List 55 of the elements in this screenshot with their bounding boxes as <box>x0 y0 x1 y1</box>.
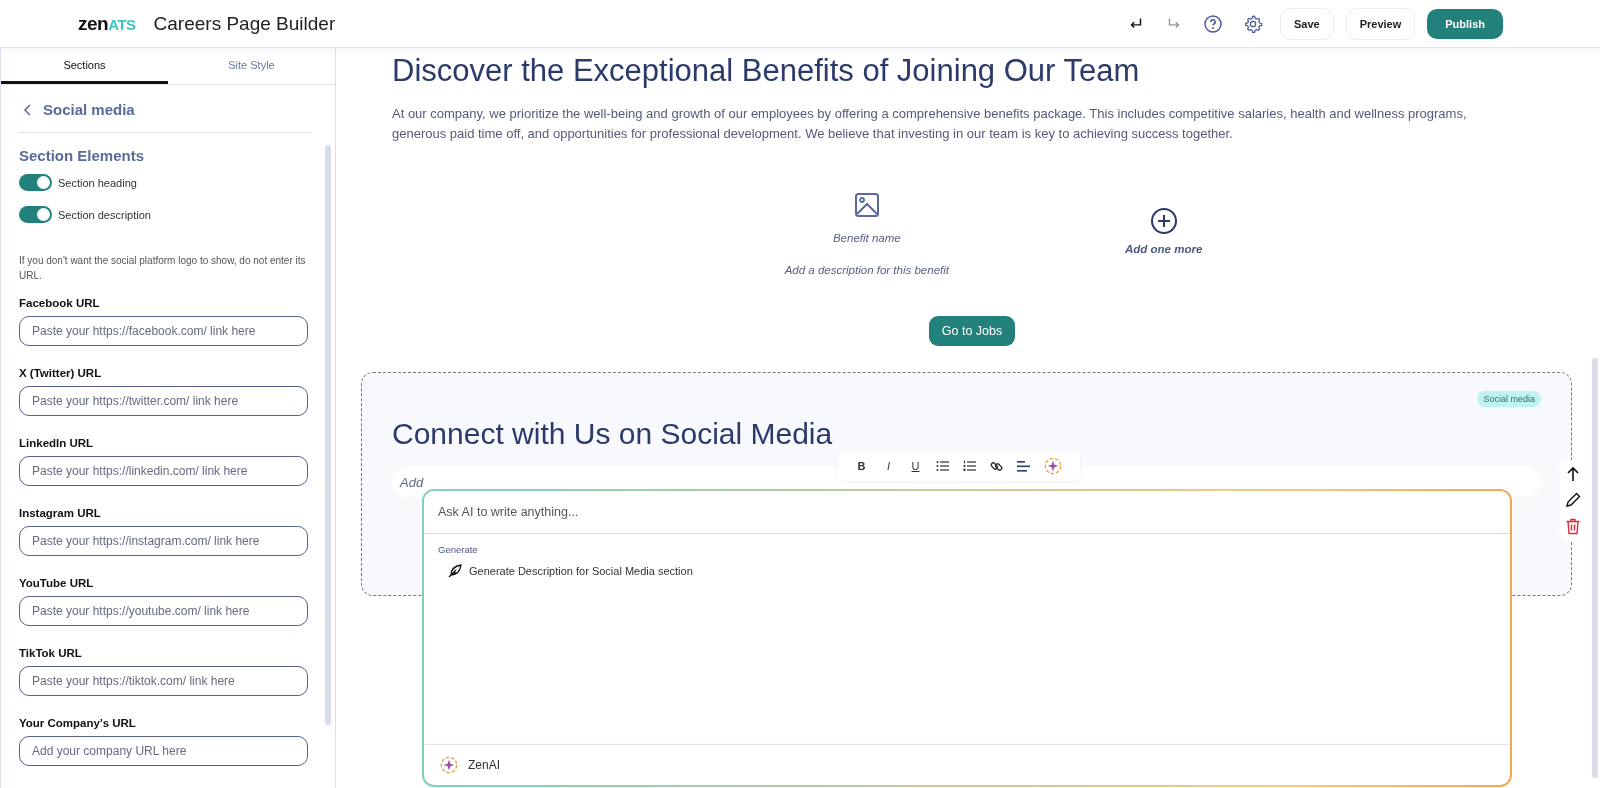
section-badge: Social media <box>1477 391 1541 407</box>
url-field[interactable]: Paste your https://twitter.com/ link here <box>19 386 308 416</box>
add-benefit-button[interactable]: Add one more <box>1119 206 1209 256</box>
url-field[interactable]: Paste your https://tiktok.com/ link here <box>19 666 308 696</box>
toggle-switch[interactable] <box>19 206 52 223</box>
ai-sparkle-icon <box>1044 457 1062 475</box>
toggle-label: Section heading <box>58 176 137 189</box>
zenai-icon <box>440 756 458 774</box>
toolbar-button[interactable]: Preview <box>1345 7 1416 40</box>
scrollbar-thumb[interactable] <box>325 145 331 725</box>
logo: zenATS <box>78 12 136 35</box>
section-heading: Connect with Us on Social Media <box>392 417 834 451</box>
url-field[interactable]: Add your company URL here <box>19 736 308 766</box>
sidebar-tab[interactable]: Site Style <box>168 48 335 84</box>
feather-icon <box>448 564 462 578</box>
section-title: Section Elements <box>19 147 146 164</box>
app-title: Careers Page Builder <box>153 12 336 35</box>
field-label: Your Company's URL <box>19 717 137 729</box>
toggle-switch[interactable] <box>19 174 52 191</box>
field-label: TikTok URL <box>19 647 83 659</box>
sidebar-tab[interactable]: Sections <box>1 48 168 84</box>
go-to-jobs-button[interactable]: Go to Jobs <box>928 316 1016 346</box>
publish-button[interactable]: Publish <box>1427 8 1503 39</box>
chevron-left-icon <box>23 103 33 116</box>
field-label: Instagram URL <box>19 507 102 519</box>
image-icon <box>853 192 880 218</box>
section-description: At our company, we prioritize the well-being and growth of our employees by offering a comprehensive benefits package. This includes competitive salaries, health and wellness programs, generous paid time off, and opportunities for professional development. We believe that investing in our team is key to achieving success together. <box>392 105 1468 143</box>
edit-icon[interactable] <box>1565 492 1581 508</box>
section-heading: Discover the Exceptional Benefits of Joining Our Team <box>392 52 1141 90</box>
url-field[interactable]: Paste your https://youtube.com/ link here <box>19 596 308 626</box>
numbered-list-icon[interactable] <box>963 460 976 472</box>
url-field[interactable]: Paste your https://facebook.com/ link here <box>19 316 308 346</box>
benefit-name: Benefit name <box>832 232 901 244</box>
zenai-label: ZenAI <box>468 758 500 772</box>
toggle-label: Section description <box>58 208 151 221</box>
ai-prompt-field[interactable]: Ask AI to write anything... <box>424 491 1510 534</box>
scrollbar-thumb[interactable] <box>1592 358 1598 778</box>
help-text: If you don't want the social platform logo to show, do not enter its URL. <box>19 254 307 283</box>
link-icon[interactable] <box>990 459 1003 473</box>
delete-icon[interactable] <box>1565 518 1581 535</box>
group-label: Generate <box>438 544 479 555</box>
field-label: LinkedIn URL <box>19 437 95 449</box>
field-label: Facebook URL <box>19 297 101 309</box>
toolbar-button[interactable]: Save <box>1279 7 1334 40</box>
back-link[interactable]: Social media <box>19 85 135 132</box>
move-up-icon[interactable] <box>1565 466 1581 482</box>
align-left-icon[interactable] <box>1017 460 1030 472</box>
field-label: X (Twitter) URL <box>19 367 103 379</box>
bulleted-list-icon[interactable] <box>936 460 949 472</box>
benefit-description: Add a description for this benefit <box>784 264 949 276</box>
suggestion-item[interactable]: Generate Description for Social Media section <box>438 564 693 578</box>
url-field[interactable]: Paste your https://linkedin.com/ link here <box>19 456 308 486</box>
field-label: YouTube URL <box>19 577 95 589</box>
plus-circle-icon <box>1149 207 1178 235</box>
url-field[interactable]: Paste your https://instagram.com/ link here <box>19 526 308 556</box>
